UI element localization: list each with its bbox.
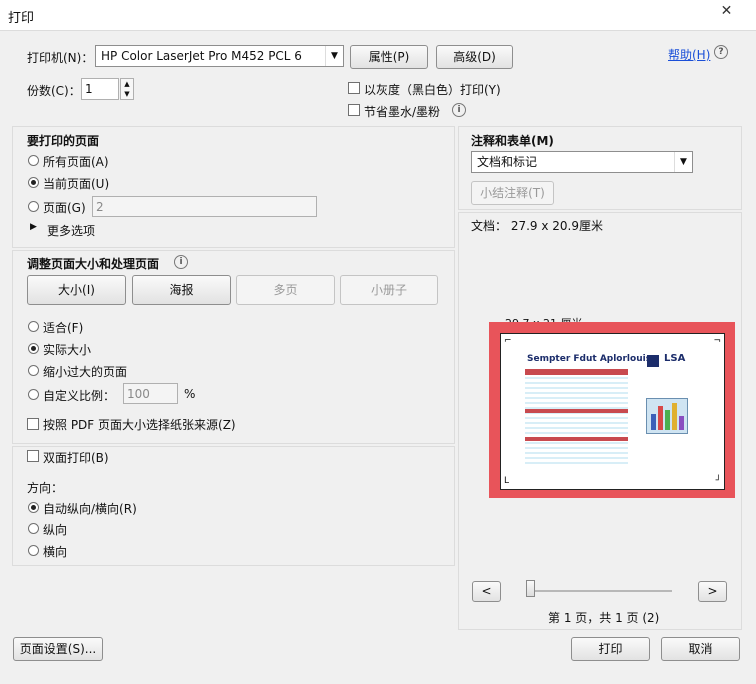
preview-doc-title: Sempter Fdut Aplorlouis [527, 354, 652, 364]
actual-size-label: 实际大小 [43, 343, 92, 357]
corner-mark: ⌐ [504, 336, 512, 346]
page-range-label: 页面(G) [43, 201, 86, 215]
grayscale-label: 以灰度（黑白色）打印(Y) [364, 83, 501, 97]
pdf-source-label: 按照 PDF 页面大小选择纸张来源(Z) [43, 418, 236, 432]
table-band [525, 437, 628, 441]
preview-chart [646, 398, 688, 434]
preview-doc-logo: LSA [664, 353, 686, 364]
prev-page-button[interactable]: < [472, 581, 501, 602]
percent-label: % [184, 387, 196, 401]
expand-arrow-icon[interactable]: ▶ [30, 222, 37, 232]
chart-bar [658, 406, 663, 430]
duplex-label: 双面打印(B) [43, 451, 109, 465]
page-preview: ⌐ ¬ L ┘ Sempter Fdut Aplorlouis LSA [500, 333, 725, 490]
current-page-label: 当前页面(U) [43, 177, 110, 191]
cancel-button[interactable]: 取消 [661, 637, 740, 661]
copies-stepper[interactable]: ▲ ▼ [120, 78, 134, 100]
document-size: 文档： 27.9 x 20.9厘米 [471, 219, 603, 233]
pdf-source-checkbox[interactable] [27, 418, 39, 430]
chart-bar [672, 403, 677, 430]
window-title: 打印 [8, 11, 35, 26]
chevron-down-icon: ▼ [325, 46, 343, 66]
auto-orientation-label: 自动纵向/横向(R) [43, 502, 137, 516]
page-slider-thumb[interactable] [526, 580, 535, 597]
copies-label: 份数(C)： [27, 84, 81, 98]
save-ink-label: 节省墨水/墨粉 [364, 105, 441, 119]
corner-mark: L [504, 476, 510, 486]
printer-select[interactable]: HP Color LaserJet Pro M452 PCL 6 ▼ [95, 45, 344, 67]
chart-bar [651, 414, 656, 430]
logo-mark [647, 355, 659, 367]
pages-heading: 要打印的页面 [27, 134, 100, 148]
all-pages-label: 所有页面(A) [43, 155, 109, 169]
sizing-heading: 调整页面大小和处理页面 [27, 257, 160, 271]
page-slider-track[interactable] [530, 590, 672, 592]
comments-heading: 注释和表单(M) [471, 134, 554, 148]
landscape-label: 横向 [43, 545, 68, 559]
auto-orientation-radio[interactable] [28, 502, 39, 513]
portrait-label: 纵向 [43, 523, 68, 537]
printer-label: 打印机(N)： [27, 51, 94, 65]
corner-mark: ¬ [713, 336, 721, 346]
summarize-comments-button[interactable]: 小结注释(T) [471, 181, 554, 205]
fit-radio[interactable] [28, 321, 39, 332]
more-options-link[interactable]: 更多选项 [47, 222, 95, 239]
table-band [525, 409, 628, 413]
page-status: 第 1 页，共 1 页 (2) [548, 611, 660, 625]
corner-mark: ┘ [715, 476, 721, 486]
next-page-button[interactable]: > [698, 581, 727, 602]
landscape-radio[interactable] [28, 545, 39, 556]
current-page-radio[interactable] [28, 177, 39, 188]
close-button[interactable]: ✕ [703, 1, 750, 21]
grayscale-checkbox[interactable] [348, 82, 360, 94]
chart-bar [665, 410, 670, 430]
tab-booklet[interactable]: 小册子 [340, 275, 438, 305]
advanced-button[interactable]: 高级(D) [436, 45, 513, 69]
custom-scale-radio[interactable] [28, 389, 39, 400]
comments-value: 文档和标记 [477, 155, 538, 169]
chevron-down-icon: ▼ [674, 152, 692, 172]
table-header [525, 369, 628, 375]
all-pages-radio[interactable] [28, 155, 39, 166]
shrink-radio[interactable] [28, 365, 39, 376]
page-setup-button[interactable]: 页面设置(S)... [13, 637, 103, 661]
print-button[interactable]: 打印 [571, 637, 650, 661]
orientation-label: 方向： [27, 481, 64, 495]
custom-scale-input[interactable]: 100 [123, 383, 178, 404]
comments-select[interactable]: 文档和标记 ▼ [471, 151, 693, 173]
help-link[interactable]: 帮助(H) [668, 46, 710, 63]
info-icon[interactable]: i [174, 255, 188, 269]
duplex-checkbox[interactable] [27, 450, 39, 462]
info-icon[interactable]: i [452, 103, 466, 117]
chart-bar [679, 416, 684, 430]
shrink-label: 缩小过大的页面 [43, 365, 128, 379]
properties-button[interactable]: 属性(P) [350, 45, 428, 69]
save-ink-checkbox[interactable] [348, 104, 360, 116]
title-bar: 打印 ✕ [0, 0, 756, 31]
printer-value: HP Color LaserJet Pro M452 PCL 6 [101, 49, 302, 63]
copies-input[interactable]: 1 [81, 78, 119, 100]
fit-label: 适合(F) [43, 321, 84, 335]
actual-size-radio[interactable] [28, 343, 39, 354]
page-range-input[interactable]: 2 [92, 196, 317, 217]
tab-multiple[interactable]: 多页 [236, 275, 335, 305]
custom-scale-label: 自定义比例： [43, 389, 116, 403]
page-range-radio[interactable] [28, 201, 39, 212]
preview-table [525, 369, 628, 465]
tab-poster[interactable]: 海报 [132, 275, 231, 305]
help-icon[interactable]: ? [714, 45, 728, 59]
portrait-radio[interactable] [28, 523, 39, 534]
tab-size[interactable]: 大小(I) [27, 275, 126, 305]
